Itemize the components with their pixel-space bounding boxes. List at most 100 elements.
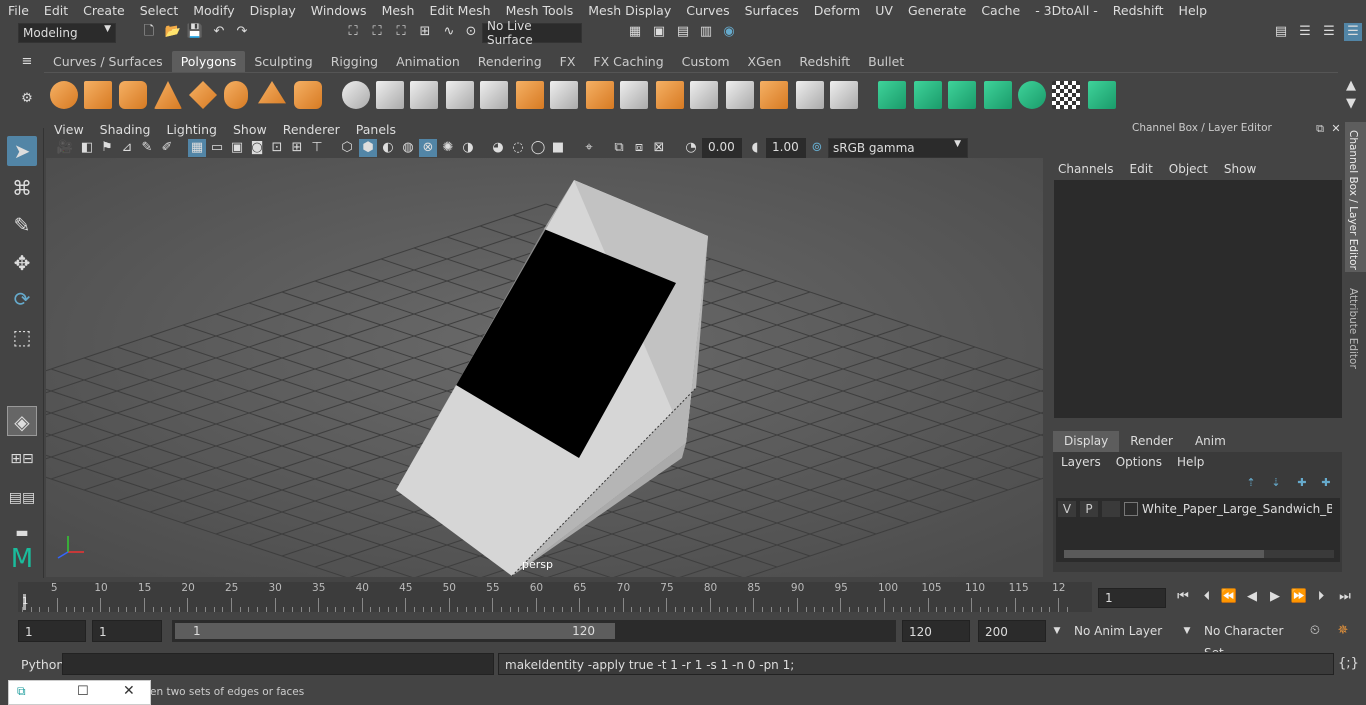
menu-item-13[interactable]: Deform bbox=[806, 3, 867, 18]
menu-item-8[interactable]: Edit Mesh bbox=[421, 3, 497, 18]
layer-tab-1[interactable]: Render bbox=[1119, 431, 1184, 452]
perspective-viewport[interactable]: persp bbox=[46, 158, 1043, 577]
shelf-tab-3[interactable]: Rigging bbox=[322, 51, 387, 72]
channel-menu-3[interactable]: Show bbox=[1221, 162, 1269, 176]
viewport-menu-3[interactable]: Show bbox=[225, 122, 275, 137]
layer-menu-1[interactable]: Options bbox=[1110, 455, 1171, 469]
safe-title-icon[interactable]: ⊤ bbox=[308, 139, 326, 157]
channel-box-toggle-icon[interactable]: ☰ bbox=[1344, 23, 1362, 41]
bookmark-icon[interactable]: ⚑ bbox=[98, 139, 116, 157]
move-layer-up-icon[interactable]: ⇡ bbox=[1242, 474, 1260, 492]
2d-pan-zoom-icon[interactable]: ✐ bbox=[158, 139, 176, 157]
lasso-tool-icon[interactable]: ⌘ bbox=[7, 173, 37, 203]
merge-icon[interactable] bbox=[760, 81, 788, 109]
isolate-select-icon[interactable]: ⌖ bbox=[580, 139, 598, 157]
shelf-tab-2[interactable]: Sculpting bbox=[245, 51, 321, 72]
depth-of-field-icon[interactable]: ■ bbox=[549, 139, 567, 157]
menu-item-0[interactable]: File bbox=[0, 3, 36, 18]
extract-icon[interactable] bbox=[410, 81, 438, 109]
chevron-down-icon[interactable]: ▼ bbox=[1178, 622, 1196, 640]
layer-menu-2[interactable]: Help bbox=[1171, 455, 1213, 469]
side-tab-channel-box[interactable]: Channel Box / Layer Editor bbox=[1345, 122, 1366, 272]
step-forward-key-icon[interactable]: ⏩ bbox=[1290, 588, 1308, 606]
close-icon[interactable]: ✕ bbox=[123, 683, 135, 699]
range-slider-track[interactable]: 1 120 bbox=[172, 620, 896, 642]
color-space-dropdown[interactable]: sRGB gamma ▼ bbox=[828, 138, 968, 158]
current-frame-field[interactable]: 1 bbox=[1098, 588, 1166, 608]
poly-cone-icon[interactable] bbox=[154, 81, 182, 109]
single-perspective-layout-icon[interactable]: ◈ bbox=[7, 406, 37, 436]
camera-select-icon[interactable]: 🎥 bbox=[56, 139, 74, 157]
xray-joints-icon[interactable]: ⧈ bbox=[630, 139, 648, 157]
anim-layer-dropdown[interactable]: No Anim Layer bbox=[1068, 620, 1178, 642]
channel-menu-1[interactable]: Edit bbox=[1127, 162, 1166, 176]
shelf-scroll-down-icon[interactable]: ▼ bbox=[1342, 95, 1360, 113]
xray-icon[interactable]: ⧉ bbox=[610, 139, 628, 157]
render-view-icon[interactable]: ▦ bbox=[626, 23, 644, 41]
combine-icon[interactable] bbox=[342, 81, 370, 109]
grid-toggle-icon[interactable]: ▦ bbox=[188, 139, 206, 157]
snap-point-icon[interactable]: ⊙ bbox=[462, 23, 480, 41]
extrude-icon[interactable] bbox=[516, 81, 544, 109]
layer-tab-2[interactable]: Anim bbox=[1184, 431, 1237, 452]
offset-edge-loop-icon[interactable] bbox=[726, 81, 754, 109]
color-management-icon[interactable]: ⊚ bbox=[808, 139, 826, 157]
shelf-tab-6[interactable]: FX bbox=[551, 51, 585, 72]
shelf-tab-5[interactable]: Rendering bbox=[469, 51, 551, 72]
motion-blur-icon[interactable]: ◌ bbox=[509, 139, 527, 157]
move-tool-icon[interactable]: ✥ bbox=[7, 248, 37, 278]
shelf-tab-10[interactable]: Redshift bbox=[790, 51, 859, 72]
shadows-icon[interactable]: ◑ bbox=[459, 139, 477, 157]
tool-settings-toggle-icon[interactable]: ☰ bbox=[1320, 23, 1338, 41]
insert-edge-loop-icon[interactable] bbox=[690, 81, 718, 109]
shelf-menu-icon[interactable]: ≡ bbox=[18, 53, 36, 71]
shelf-settings-icon[interactable]: ⚙ bbox=[18, 90, 36, 108]
bevel-icon[interactable] bbox=[586, 81, 614, 109]
scale-tool-icon[interactable]: ⬚ bbox=[7, 322, 37, 352]
checker-icon[interactable] bbox=[1052, 81, 1080, 109]
shelf-tab-7[interactable]: FX Caching bbox=[584, 51, 672, 72]
play-backwards-icon[interactable]: ◀ bbox=[1243, 588, 1261, 606]
menu-item-2[interactable]: Create bbox=[75, 3, 132, 18]
animation-start-field[interactable]: 1 bbox=[18, 620, 86, 642]
layer-color-swatch[interactable] bbox=[1124, 502, 1138, 516]
layer-display-type[interactable] bbox=[1102, 501, 1120, 517]
command-input[interactable] bbox=[62, 653, 494, 675]
shelf-tab-8[interactable]: Custom bbox=[673, 51, 739, 72]
live-surface-field[interactable]: No Live Surface bbox=[482, 19, 582, 47]
script-editor-icon[interactable]: {;} bbox=[1338, 655, 1359, 673]
shelf-tab-0[interactable]: Curves / Surfaces bbox=[44, 51, 172, 72]
animation-preferences-icon[interactable]: ✵ bbox=[1334, 622, 1352, 640]
character-set-dropdown[interactable]: No Character Set bbox=[1198, 620, 1298, 660]
move-layer-down-icon[interactable]: ⇣ bbox=[1267, 474, 1285, 492]
shelf-scroll-up-icon[interactable]: ▲ bbox=[1342, 77, 1360, 95]
unfold-icon[interactable] bbox=[1088, 81, 1116, 109]
camera-attributes-icon[interactable]: ◧ bbox=[78, 139, 96, 157]
new-layer-selected-icon[interactable]: ✚ bbox=[1317, 474, 1335, 492]
select-hierarchy-icon[interactable]: ⛶ bbox=[344, 23, 362, 41]
playback-end-field[interactable]: 120 bbox=[902, 620, 970, 642]
ambient-occlusion-icon[interactable]: ◕ bbox=[489, 139, 507, 157]
wireframe-icon[interactable]: ⬡ bbox=[338, 139, 356, 157]
menu-item-11[interactable]: Curves bbox=[678, 3, 736, 18]
layer-menu-0[interactable]: Layers bbox=[1055, 455, 1110, 469]
poly-sphere-icon[interactable] bbox=[50, 81, 78, 109]
shelf-tab-4[interactable]: Animation bbox=[387, 51, 469, 72]
layer-playback-toggle[interactable]: P bbox=[1080, 501, 1098, 517]
layer-visibility-toggle[interactable]: V bbox=[1058, 501, 1076, 517]
play-forwards-icon[interactable]: ▶ bbox=[1266, 588, 1284, 606]
step-back-frame-icon[interactable]: ⏴ bbox=[1198, 588, 1216, 606]
step-back-key-icon[interactable]: ⏪ bbox=[1220, 588, 1238, 606]
ipr-render-icon[interactable]: ▤ bbox=[674, 23, 692, 41]
gamma-icon[interactable]: ◖ bbox=[746, 139, 764, 157]
script-language-toggle[interactable]: Python bbox=[21, 657, 64, 672]
snap-curve-icon[interactable]: ∿ bbox=[440, 23, 458, 41]
auto-uv-icon[interactable] bbox=[984, 81, 1012, 109]
maximize-icon[interactable]: ☐ bbox=[77, 684, 89, 699]
safe-action-icon[interactable]: ⊞ bbox=[288, 139, 306, 157]
menu-item-19[interactable]: Help bbox=[1171, 3, 1215, 18]
new-scene-icon[interactable]: 🗋 bbox=[140, 23, 158, 41]
menu-item-15[interactable]: Generate bbox=[900, 3, 973, 18]
gamma-field[interactable]: 1.00 bbox=[766, 138, 806, 158]
layer-row[interactable]: V P White_Paper_Large_Sandwich_Box_00 bbox=[1058, 500, 1340, 518]
